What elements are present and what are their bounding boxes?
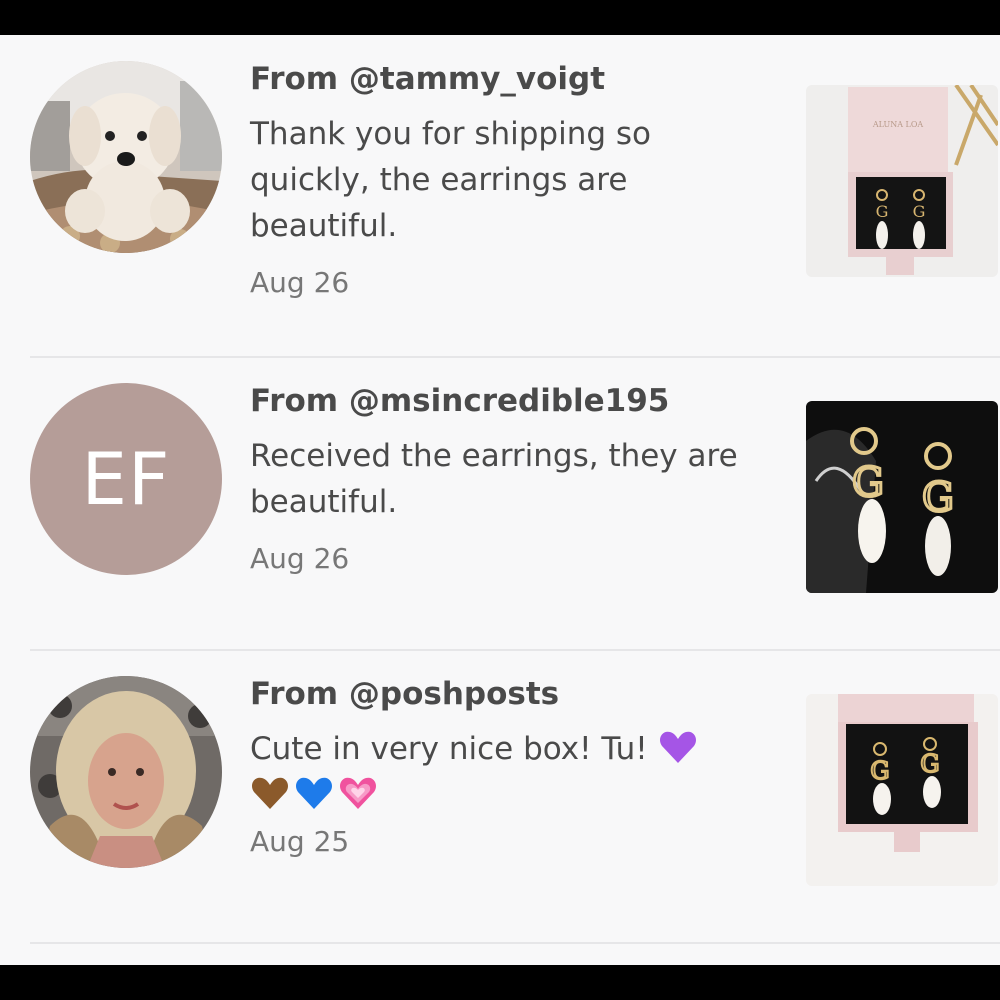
feedback-message: Thank you for shipping so quickly, the e… [250,116,652,244]
blue-heart-icon [295,777,333,809]
earrings-photo-icon: G G [806,694,998,886]
purple-heart-icon [659,731,696,763]
product-thumbnail[interactable]: G G [806,401,998,593]
brown-heart-icon [251,777,289,809]
svg-text:G: G [913,202,926,221]
svg-text:G: G [870,757,889,785]
earrings-photo-icon: ALUNA LOA G G [806,85,998,277]
svg-text:G: G [876,202,889,221]
list-item[interactable]: EF From @msincredible195 Received the ea… [0,357,1000,650]
feedback-date: Aug 26 [250,266,350,299]
avatar-initials: EF [81,437,171,521]
divider [30,942,1000,944]
feedback-message-text: Cute in very nice box! Tu! [250,731,658,767]
dog-avatar-icon [30,61,222,253]
growing-heart-icon [339,777,377,809]
feedback-message: Received the earrings, they are beautifu… [250,438,738,520]
feedback-date: Aug 25 [250,825,350,858]
list-item[interactable]: From @tammy_voigt Thank you for shipping… [0,35,1000,328]
earrings-photo-icon: G G [806,401,998,593]
feedback-list: From @tammy_voigt Thank you for shipping… [0,35,1000,965]
avatar[interactable] [30,676,222,868]
feedback-text: From @msincredible195 Received the earri… [250,379,780,577]
avatar[interactable]: EF [30,383,222,575]
avatar[interactable] [30,61,222,253]
screen: From @tammy_voigt Thank you for shipping… [0,0,1000,1000]
list-item[interactable]: From @poshposts Cute in very nice box! T… [0,650,1000,943]
brand-label: ALUNA LOA [872,120,924,129]
feedback-message: Cute in very nice box! Tu! [250,726,780,818]
feedback-author[interactable]: From @msincredible195 [250,379,780,423]
feedback-text: From @poshposts Cute in very nice box! T… [250,672,780,860]
feedback-author[interactable]: From @poshposts [250,672,780,716]
product-thumbnail[interactable]: ALUNA LOA G G [806,85,998,277]
feedback-author[interactable]: From @tammy_voigt [250,57,780,101]
woman-avatar-icon [30,676,222,868]
svg-text:G: G [922,475,954,521]
feedback-text: From @tammy_voigt Thank you for shipping… [250,57,780,301]
svg-text:G: G [852,460,884,506]
svg-text:G: G [920,750,939,778]
product-thumbnail[interactable]: G G [806,694,998,886]
feedback-date: Aug 26 [250,542,350,575]
